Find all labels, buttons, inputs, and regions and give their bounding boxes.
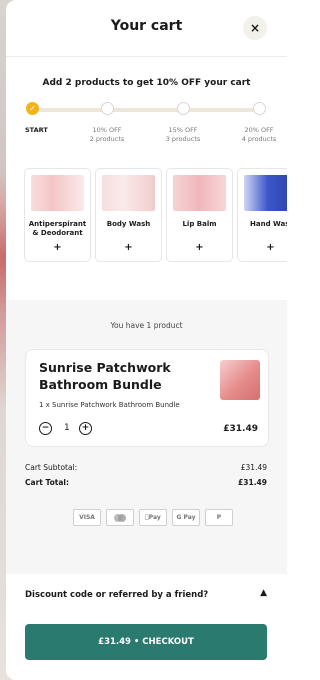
total-value: £31.49 bbox=[238, 478, 267, 487]
add-product-button[interactable]: + bbox=[96, 242, 161, 253]
body-wash-image bbox=[102, 175, 155, 211]
visa-icon: VISA bbox=[73, 509, 101, 526]
product-card-hand-wash[interactable]: Hand Was + bbox=[237, 168, 287, 262]
minus-icon: − bbox=[41, 423, 50, 433]
recommended-products: Antiperspirant & Deodorant + Body Wash + … bbox=[24, 168, 287, 262]
checkout-button[interactable]: £31.49 • CHECKOUT bbox=[25, 624, 267, 660]
progress-step-20 bbox=[253, 102, 266, 115]
subtotal-label: Cart Subtotal: bbox=[25, 463, 78, 472]
cart-header: Your cart × bbox=[6, 0, 287, 57]
cart-item-title[interactable]: Sunrise Patchwork Bathroom Bundle bbox=[39, 359, 189, 393]
product-card-body-wash[interactable]: Body Wash + bbox=[95, 168, 162, 262]
payment-methods: VISA Pay G Pay P bbox=[73, 509, 233, 526]
google-pay-icon: G Pay bbox=[172, 509, 200, 526]
step-label-20: 20% OFF 4 products bbox=[241, 126, 277, 143]
progress-track bbox=[31, 108, 260, 112]
subtotal-value: £31.49 bbox=[240, 463, 267, 472]
hand-wash-image bbox=[244, 175, 287, 211]
decrease-quantity-button[interactable]: − bbox=[39, 422, 52, 435]
increase-quantity-button[interactable]: + bbox=[79, 422, 92, 435]
apple-pay-icon: Pay bbox=[139, 509, 167, 526]
product-card-antiperspirant[interactable]: Antiperspirant & Deodorant + bbox=[24, 168, 91, 262]
cart-item-image bbox=[220, 360, 260, 400]
cart-item-price: £31.49 bbox=[223, 424, 258, 434]
close-button[interactable]: × bbox=[243, 16, 267, 40]
step-label-start: START bbox=[25, 126, 48, 134]
step-label-15: 15% OFF 3 products bbox=[165, 126, 201, 143]
quantity-value: 1 bbox=[64, 423, 70, 433]
add-product-button[interactable]: + bbox=[25, 242, 90, 253]
promo-text: Add 2 products to get 10% OFF your cart bbox=[42, 78, 251, 88]
add-product-button[interactable]: + bbox=[167, 242, 232, 253]
plus-icon: + bbox=[81, 423, 90, 433]
product-name: Lip Balm bbox=[182, 220, 217, 228]
antiperspirant-image bbox=[31, 175, 84, 211]
chevron-up-icon[interactable]: ▲ bbox=[260, 588, 267, 598]
product-name: Antiperspirant & Deodorant bbox=[28, 220, 87, 237]
product-name: Body Wash bbox=[106, 220, 151, 228]
progress-step-10 bbox=[101, 102, 114, 115]
paypal-icon: P bbox=[205, 509, 233, 526]
product-card-lip-balm[interactable]: Lip Balm + bbox=[166, 168, 233, 262]
progress-step-15 bbox=[177, 102, 190, 115]
total-row: Cart Total: £31.49 bbox=[25, 478, 267, 487]
add-product-button[interactable]: + bbox=[238, 242, 287, 253]
product-count: You have 1 product bbox=[110, 321, 183, 330]
check-icon: ✓ bbox=[29, 104, 36, 113]
product-name: Hand Was bbox=[250, 220, 287, 228]
subtotal-row: Cart Subtotal: £31.49 bbox=[25, 463, 267, 472]
cart-item: Sunrise Patchwork Bathroom Bundle 1 x Su… bbox=[25, 349, 269, 447]
close-icon: × bbox=[249, 21, 261, 35]
progress-step-start: ✓ bbox=[26, 102, 39, 115]
cart-drawer: Your cart × Add 2 products to get 10% OF… bbox=[6, 0, 287, 680]
discount-section: Discount code or referred by a friend? ▲… bbox=[6, 574, 287, 680]
lip-balm-image bbox=[173, 175, 226, 211]
step-label-10: 10% OFF 2 products bbox=[89, 126, 125, 143]
mastercard-icon bbox=[106, 509, 134, 526]
discount-toggle[interactable]: Discount code or referred by a friend? bbox=[25, 590, 208, 600]
total-label: Cart Total: bbox=[25, 478, 69, 487]
cart-item-subtitle: 1 x Sunrise Patchwork Bathroom Bundle bbox=[39, 401, 180, 409]
